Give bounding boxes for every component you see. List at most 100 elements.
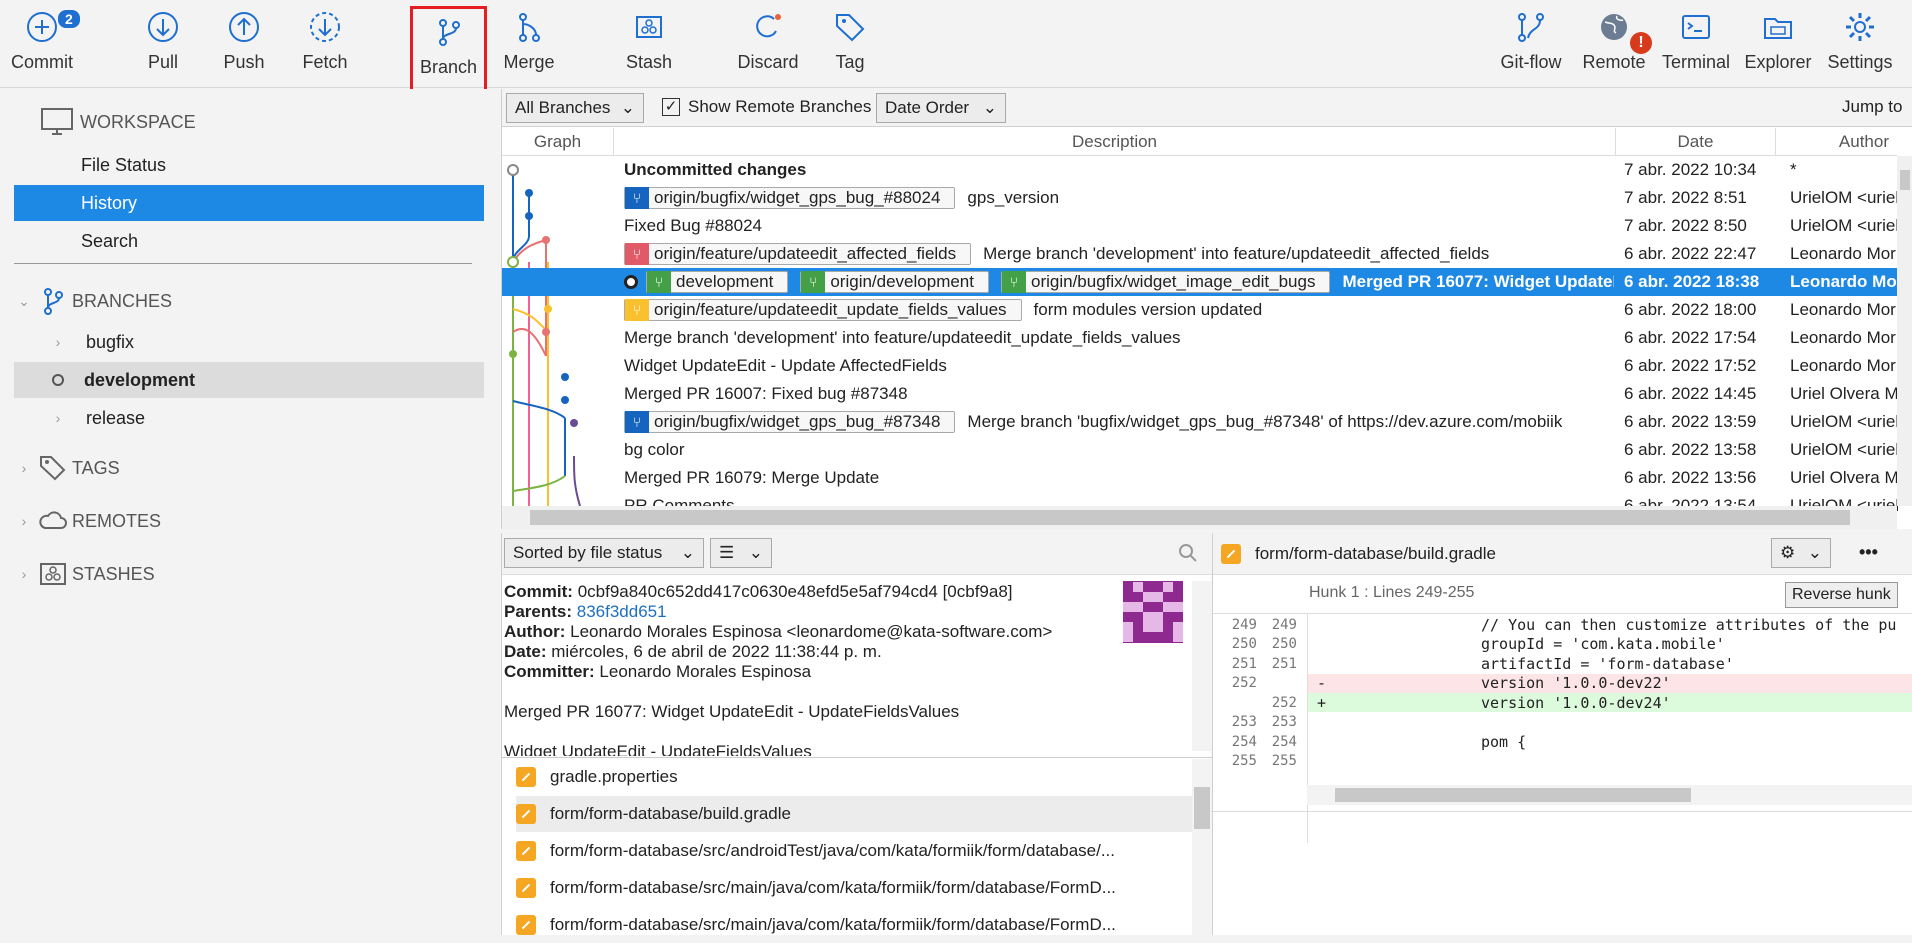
sidebar-item-history[interactable]: History bbox=[14, 185, 484, 221]
sidebar-item-file-status[interactable]: File Status bbox=[14, 147, 484, 183]
modified-file-icon bbox=[516, 804, 536, 824]
terminal-button[interactable]: Terminal bbox=[1660, 10, 1732, 82]
commit-button[interactable]: 2 Commit bbox=[6, 8, 82, 82]
search-icon[interactable] bbox=[1178, 543, 1198, 563]
commit-date: 6 abr. 2022 18:00 bbox=[1624, 300, 1757, 319]
branch-item-release[interactable]: › release bbox=[14, 400, 484, 436]
commit-row[interactable]: Merged PR 16007: Fixed bug #87348 6 abr. … bbox=[502, 380, 1899, 408]
branch-ref-tag[interactable]: ⑂ origin/feature/updateedit_update_fields… bbox=[624, 299, 1022, 321]
branches-dropdown[interactable]: All Branches ⌄ bbox=[506, 93, 644, 123]
branches-label: BRANCHES bbox=[72, 290, 173, 311]
identicon bbox=[1123, 582, 1183, 642]
history-vscrollbar[interactable] bbox=[1897, 156, 1912, 506]
files-scrollbar[interactable] bbox=[1192, 759, 1212, 935]
merge-button[interactable]: Merge bbox=[496, 10, 562, 82]
files-scroll-thumb[interactable] bbox=[1194, 787, 1210, 829]
search-label: Search bbox=[81, 230, 139, 251]
commit-author: Uriel Olvera M bbox=[1790, 384, 1899, 403]
more-options-button[interactable]: ••• bbox=[1859, 542, 1878, 563]
stash-button[interactable]: Stash bbox=[614, 10, 684, 82]
sort-dropdown[interactable]: Sorted by file status ⌄ bbox=[504, 538, 704, 568]
commit-row[interactable]: ⑂ origin/feature/updateedit_affected_fiel… bbox=[502, 240, 1897, 268]
workspace-section[interactable]: WORKSPACE bbox=[40, 104, 480, 140]
commit-message: Merged PR 16077: Widget UpdateEdit - Upd… bbox=[504, 702, 960, 721]
col-date[interactable]: Date bbox=[1616, 128, 1776, 156]
commit-row[interactable]: Uncommitted changes 7 abr. 2022 10:34 * bbox=[502, 156, 1897, 184]
commit-row[interactable]: ⑂ development ⑂ origin/development ⑂ origin/b… bbox=[502, 268, 1900, 296]
settings-button[interactable]: Settings bbox=[1822, 10, 1898, 82]
old-line-number: 252 bbox=[1231, 675, 1257, 691]
diff-code: version '1.0.0-dev24' bbox=[1481, 693, 1671, 712]
file-row[interactable]: form/form-database/src/main/java/com/kat… bbox=[516, 870, 1206, 906]
diff-line: 252 + version '1.0.0-dev24' bbox=[1213, 693, 1912, 712]
commit-row[interactable]: ⑂ origin/bugfix/widget_gps_bug_#87348 Merg… bbox=[502, 408, 1899, 436]
push-button[interactable]: Push bbox=[211, 10, 277, 82]
tag-button[interactable]: Tag bbox=[817, 10, 883, 82]
commit-message: Widget UpdateEdit - Update AffectedField… bbox=[624, 356, 947, 375]
discard-icon bbox=[756, 14, 781, 38]
commit-description: ⑂ origin/bugfix/widget_gps_bug_#87348 Merg… bbox=[624, 408, 1614, 436]
show-remote-checkbox[interactable]: ✓ Show Remote Branches bbox=[662, 97, 871, 117]
commit-description: Fixed Bug #88024 bbox=[624, 212, 1614, 240]
col-author[interactable]: Author bbox=[1776, 128, 1897, 156]
branch-ref-tag[interactable]: ⑂ development bbox=[646, 271, 789, 293]
commit-row[interactable]: Merged PR 16079: Merge Update 6 abr. 2022… bbox=[502, 464, 1899, 492]
commit-row[interactable]: ⑂ origin/feature/updateedit_update_fields… bbox=[502, 296, 1897, 324]
diff-hscrollbar[interactable] bbox=[1307, 785, 1912, 805]
explorer-button[interactable]: Explorer bbox=[1742, 10, 1814, 82]
pull-button[interactable]: Pull bbox=[130, 10, 196, 82]
tags-section[interactable]: › TAGS bbox=[14, 450, 484, 486]
discard-button[interactable]: Discard bbox=[730, 10, 806, 82]
commit-row[interactable]: ⑂ origin/bugfix/widget_gps_bug_#88024 gps_… bbox=[502, 184, 1899, 212]
fetch-label: Fetch bbox=[302, 52, 348, 72]
gitflow-button[interactable]: Git-flow bbox=[1494, 10, 1568, 82]
commit-message: Merged PR 16079: Merge Update bbox=[624, 468, 880, 487]
commit-row[interactable]: Widget UpdateEdit - Update AffectedField… bbox=[502, 352, 1897, 380]
remotes-section[interactable]: › REMOTES bbox=[14, 503, 484, 539]
branch-ref-tag[interactable]: ⑂ origin/development bbox=[800, 271, 989, 293]
commit-date: 6 abr. 2022 17:54 bbox=[1624, 328, 1757, 347]
gear-icon: ⚙ bbox=[1780, 543, 1796, 562]
parent-link[interactable]: 836f3dd651 bbox=[577, 602, 667, 621]
file-path: form/form-database/src/androidTest/java/… bbox=[550, 841, 1116, 860]
file-path: form/form-database/src/main/java/com/kat… bbox=[550, 915, 1116, 934]
chevron-down-icon: ⌄ bbox=[982, 98, 997, 117]
settings-label: Settings bbox=[1827, 52, 1893, 72]
hscroll-thumb[interactable] bbox=[530, 510, 1850, 525]
remote-button[interactable]: ! Remote bbox=[1578, 10, 1652, 82]
file-row[interactable]: gradle.properties bbox=[516, 759, 1206, 795]
branch-ref-tag[interactable]: ⑂ origin/bugfix/widget_image_edit_bugs bbox=[1001, 271, 1331, 293]
commit-row[interactable]: Fixed Bug #88024 7 abr. 2022 8:50 UrielOM … bbox=[502, 212, 1899, 240]
sidebar-item-search[interactable]: Search bbox=[14, 223, 484, 259]
order-dropdown[interactable]: Date Order ⌄ bbox=[876, 93, 1006, 123]
commit-message: Merge branch 'bugfix/widget_gps_bug_#873… bbox=[967, 412, 1563, 431]
commit-hash: 0cbf9a840c652dd417c0630e48efd5e5af794cd4… bbox=[577, 582, 1013, 601]
view-mode-dropdown[interactable]: ☰ ⌄ bbox=[710, 538, 772, 568]
reverse-hunk-button[interactable]: Reverse hunk bbox=[1785, 582, 1898, 608]
branch-ref-tag[interactable]: ⑂ origin/bugfix/widget_gps_bug_#87348 bbox=[624, 411, 956, 433]
branches-section[interactable]: ⌄ BRANCHES bbox=[14, 283, 484, 319]
diff-options-button[interactable]: ⚙ ⌄ bbox=[1771, 538, 1831, 568]
branch-item-bugfix[interactable]: › bugfix bbox=[14, 324, 484, 360]
history-hscrollbar[interactable] bbox=[502, 506, 1897, 529]
details-scrollbar[interactable] bbox=[1192, 581, 1212, 751]
new-line-number: 254 bbox=[1271, 733, 1297, 750]
branch-ref-tag[interactable]: ⑂ origin/feature/updateedit_affected_fiel… bbox=[624, 243, 972, 265]
commit-label: Commit bbox=[11, 52, 73, 72]
diff-scroll-thumb[interactable] bbox=[1335, 788, 1691, 802]
branch-ref-tag[interactable]: ⑂ origin/bugfix/widget_gps_bug_#88024 bbox=[624, 187, 956, 209]
stashes-section[interactable]: › STASHES bbox=[14, 556, 484, 592]
branch-item-development[interactable]: development bbox=[14, 362, 484, 398]
file-row[interactable]: form/form-database/src/main/java/com/kat… bbox=[516, 907, 1206, 943]
commit-row[interactable]: Merge branch 'development' into feature/… bbox=[502, 324, 1897, 352]
file-row[interactable]: form/form-database/build.gradle bbox=[516, 796, 1206, 832]
col-graph[interactable]: Graph bbox=[502, 128, 614, 156]
fetch-button[interactable]: Fetch bbox=[292, 10, 358, 82]
branch-button[interactable]: Branch bbox=[410, 6, 487, 92]
branch-icon bbox=[438, 19, 460, 46]
file-row[interactable]: form/form-database/src/androidTest/java/… bbox=[516, 833, 1206, 869]
chevron-down-icon: ⌄ bbox=[620, 98, 635, 117]
commit-row[interactable]: bg color 6 abr. 2022 13:58 UrielOM <uriel bbox=[502, 436, 1899, 464]
vscroll-thumb[interactable] bbox=[1900, 170, 1910, 190]
col-description[interactable]: Description bbox=[614, 128, 1616, 156]
